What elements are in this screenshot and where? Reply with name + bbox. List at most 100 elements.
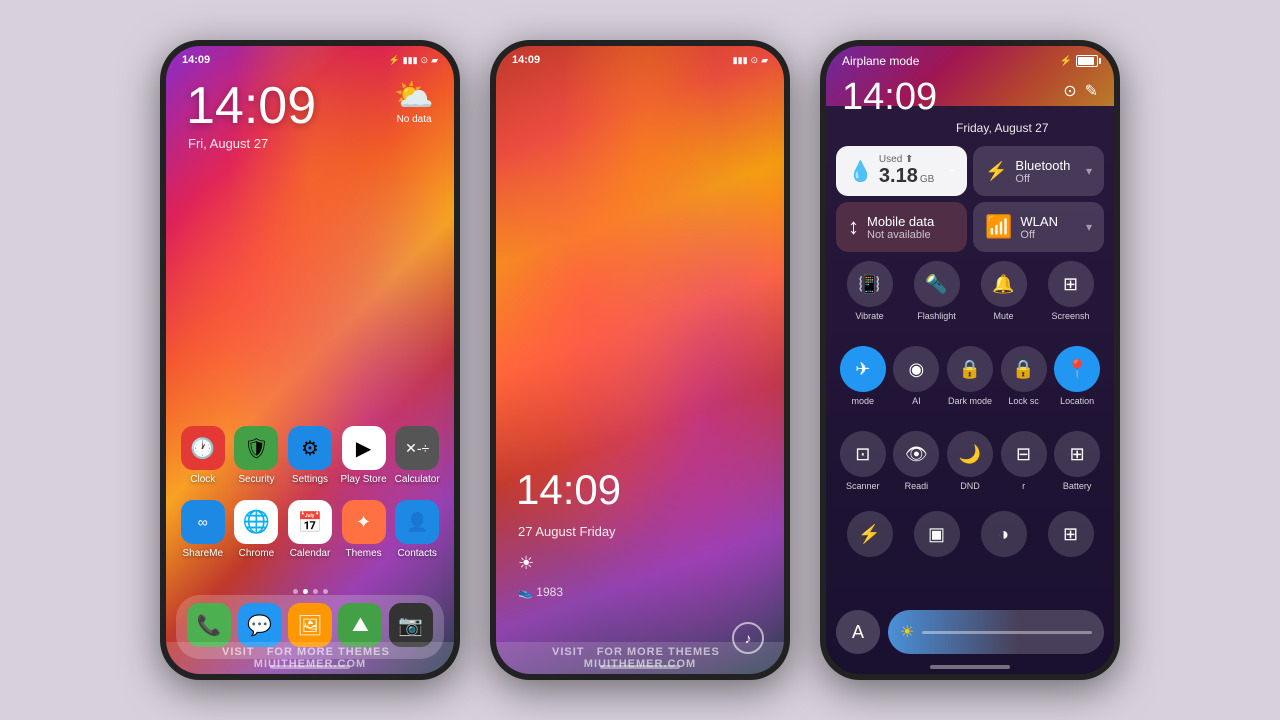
dnd-toggle[interactable]: 🌙 DND <box>947 431 993 491</box>
location-label: Location <box>1060 396 1094 406</box>
reading-toggle[interactable]: 👁 Readi <box>893 431 939 491</box>
data-used-label: Used ⬆ <box>879 154 943 165</box>
app-grid: 🕐 Clock 🛡 Security ⚙ Settings ▶ Play Sto… <box>166 426 454 574</box>
ai-toggle[interactable]: ◉ AI <box>893 346 939 406</box>
chrome-icon: 🌐 <box>234 500 278 544</box>
wifi-icon-2: ⊙ <box>751 55 759 66</box>
app-themes[interactable]: ✦ Themes <box>339 500 389 559</box>
home-time: 14:09 <box>186 76 316 136</box>
data-tile[interactable]: 💧 Used ⬆ 3.18 GB ▾ <box>836 146 967 196</box>
cast-circle: ▣ <box>914 511 960 557</box>
status-icons-1: ⚡ ▮▮▮ ⊙ ▰ <box>388 55 438 66</box>
app-settings[interactable]: ⚙ Settings <box>285 426 335 485</box>
battery-indicator: ⚡ <box>1060 55 1098 67</box>
vibrate-toggle[interactable]: 📳 Vibrate <box>847 261 893 321</box>
phone-2: 14:09 ▮▮▮ ⊙ ▰ 14:09 27 August Friday ☀ 👟… <box>490 40 790 680</box>
battery-icon-3 <box>1076 55 1098 67</box>
vibrate-circle: 📳 <box>847 261 893 307</box>
battery-fill <box>1078 57 1094 65</box>
flashlight-label: Flashlight <box>917 311 956 321</box>
mobile-tile-text: Mobile data Not available <box>867 214 955 241</box>
wlan-sub: Off <box>1020 229 1078 241</box>
lockscreen-toggle[interactable]: 🔒 Lock sc <box>1001 346 1047 406</box>
data-tile-arrow: ▾ <box>949 164 955 178</box>
reading-circle: 👁 <box>893 431 939 477</box>
app-chrome[interactable]: 🌐 Chrome <box>231 500 281 559</box>
mute-toggle[interactable]: 🔔 Mute <box>981 261 1027 321</box>
vibrate-label: Vibrate <box>855 311 883 321</box>
signal-icon-2: ▮▮▮ <box>733 55 748 66</box>
phone1-screen: 14:09 ⚡ ▮▮▮ ⊙ ▰ 14:09 Fri, August 27 ⛅ N… <box>166 46 454 674</box>
bluetooth-tile-text: Bluetooth Off <box>1015 158 1078 185</box>
bluetooth-icon: ⚡ <box>985 161 1007 182</box>
boost-toggle[interactable]: ⚡ <box>847 511 893 561</box>
messages-icon: 💬 <box>238 603 282 647</box>
shareme-icon: ∞ <box>181 500 225 544</box>
signal-icon: ▮▮▮ <box>403 55 418 66</box>
cc-top-icons: ⊙ ✎ <box>1063 81 1098 101</box>
extra2-toggle[interactable]: ⊞ <box>1048 511 1094 561</box>
app-clock[interactable]: 🕐 Clock <box>178 426 228 485</box>
location-toggle[interactable]: 📍 Location <box>1054 346 1100 406</box>
chrome-label: Chrome <box>239 548 275 559</box>
battery-toggle-circle: ⊞ <box>1054 431 1100 477</box>
data-amount: 3.18 <box>879 165 918 188</box>
data-tile-text: Used ⬆ 3.18 GB <box>879 154 943 188</box>
battery-toggle[interactable]: ⊞ Battery <box>1054 431 1100 491</box>
settings-icon: ⚙ <box>288 426 332 470</box>
battery-status-icon: ▰ <box>431 55 438 66</box>
scanner-toggle[interactable]: ⊡ Scanner <box>840 431 886 491</box>
phone2-screen: 14:09 ▮▮▮ ⊙ ▰ 14:09 27 August Friday ☀ 👟… <box>496 46 784 674</box>
bluetooth-tile[interactable]: ⚡ Bluetooth Off ▾ <box>973 146 1104 196</box>
weather-icon: ⛅ <box>394 76 434 114</box>
screenshot-label: Screensh <box>1051 311 1089 321</box>
screenshot-toggle[interactable]: ⊞ Screensh <box>1048 261 1094 321</box>
app-security[interactable]: 🛡 Security <box>231 426 281 485</box>
app-shareme[interactable]: ∞ ShareMe <box>178 500 228 559</box>
themes-label: Themes <box>346 548 382 559</box>
cc-search-button[interactable]: A <box>836 610 880 654</box>
lockscreen-label: Lock sc <box>1008 396 1039 406</box>
airplane-bar: Airplane mode ⚡ <box>826 54 1114 68</box>
gallery-icon: 🖼 <box>288 603 332 647</box>
steps-count: 1983 <box>536 585 563 599</box>
app-row-2: ∞ ShareMe 🌐 Chrome 📅 Calendar ✦ Themes 👤 <box>176 500 444 559</box>
phone-1: 14:09 ⚡ ▮▮▮ ⊙ ▰ 14:09 Fri, August 27 ⛅ N… <box>160 40 460 680</box>
wallpaper-2 <box>496 46 784 674</box>
wlan-tile-text: WLAN Off <box>1020 214 1078 241</box>
flashlight-toggle[interactable]: 🔦 Flashlight <box>914 261 960 321</box>
airplane-toggle[interactable]: ✈ mode <box>840 346 886 406</box>
mobile-data-icon: ↕ <box>848 214 859 240</box>
brightness-slider[interactable]: ☀ <box>888 610 1104 654</box>
bluetooth-arrow: ▾ <box>1086 164 1092 178</box>
extra1-toggle[interactable]: ⊟ r <box>1001 431 1047 491</box>
wifi-icon: ⊙ <box>421 55 429 66</box>
mobile-data-tile[interactable]: ↕ Mobile data Not available <box>836 202 967 252</box>
cc-date: Friday, August 27 <box>956 121 1049 135</box>
app-playstore[interactable]: ▶ Play Store <box>339 426 389 485</box>
app-row-1: 🕐 Clock 🛡 Security ⚙ Settings ▶ Play Sto… <box>176 426 444 485</box>
edit-top-icon[interactable]: ✎ <box>1085 81 1098 101</box>
darkmode-toggle[interactable]: 🔒 Dark mode <box>947 346 993 406</box>
calendar-icon: 📅 <box>288 500 332 544</box>
security-label: Security <box>238 474 274 485</box>
flashlight-top-icon[interactable]: ⊙ <box>1063 81 1076 101</box>
app-contacts[interactable]: 👤 Contacts <box>392 500 442 559</box>
invert-toggle[interactable]: ◑ <box>981 511 1027 561</box>
battery-icon-2: ▰ <box>761 55 768 66</box>
app-calendar[interactable]: 📅 Calendar <box>285 500 335 559</box>
lockscreen-date: 27 August Friday <box>518 524 616 539</box>
dot-1 <box>293 589 298 594</box>
brightness-track <box>922 631 1092 634</box>
app-calculator[interactable]: ✕-÷ Calculator <box>392 426 442 485</box>
bluetooth-status-icon: ⚡ <box>388 55 399 66</box>
playstore-label: Play Store <box>341 474 387 485</box>
wlan-tile[interactable]: 📶 WLAN Off ▾ <box>973 202 1104 252</box>
phone3-screen: Airplane mode ⚡ 14:09 Friday, August 27 … <box>826 46 1114 674</box>
cast-toggle[interactable]: ▣ <box>914 511 960 561</box>
toggle-row-1: 📳 Vibrate 🔦 Flashlight 🔔 Mute ⊞ Screensh <box>836 261 1104 321</box>
airplane-text: Airplane mode <box>842 54 919 68</box>
data-icon: 💧 <box>848 159 873 184</box>
flashlight-circle: 🔦 <box>914 261 960 307</box>
mute-label: Mute <box>993 311 1013 321</box>
